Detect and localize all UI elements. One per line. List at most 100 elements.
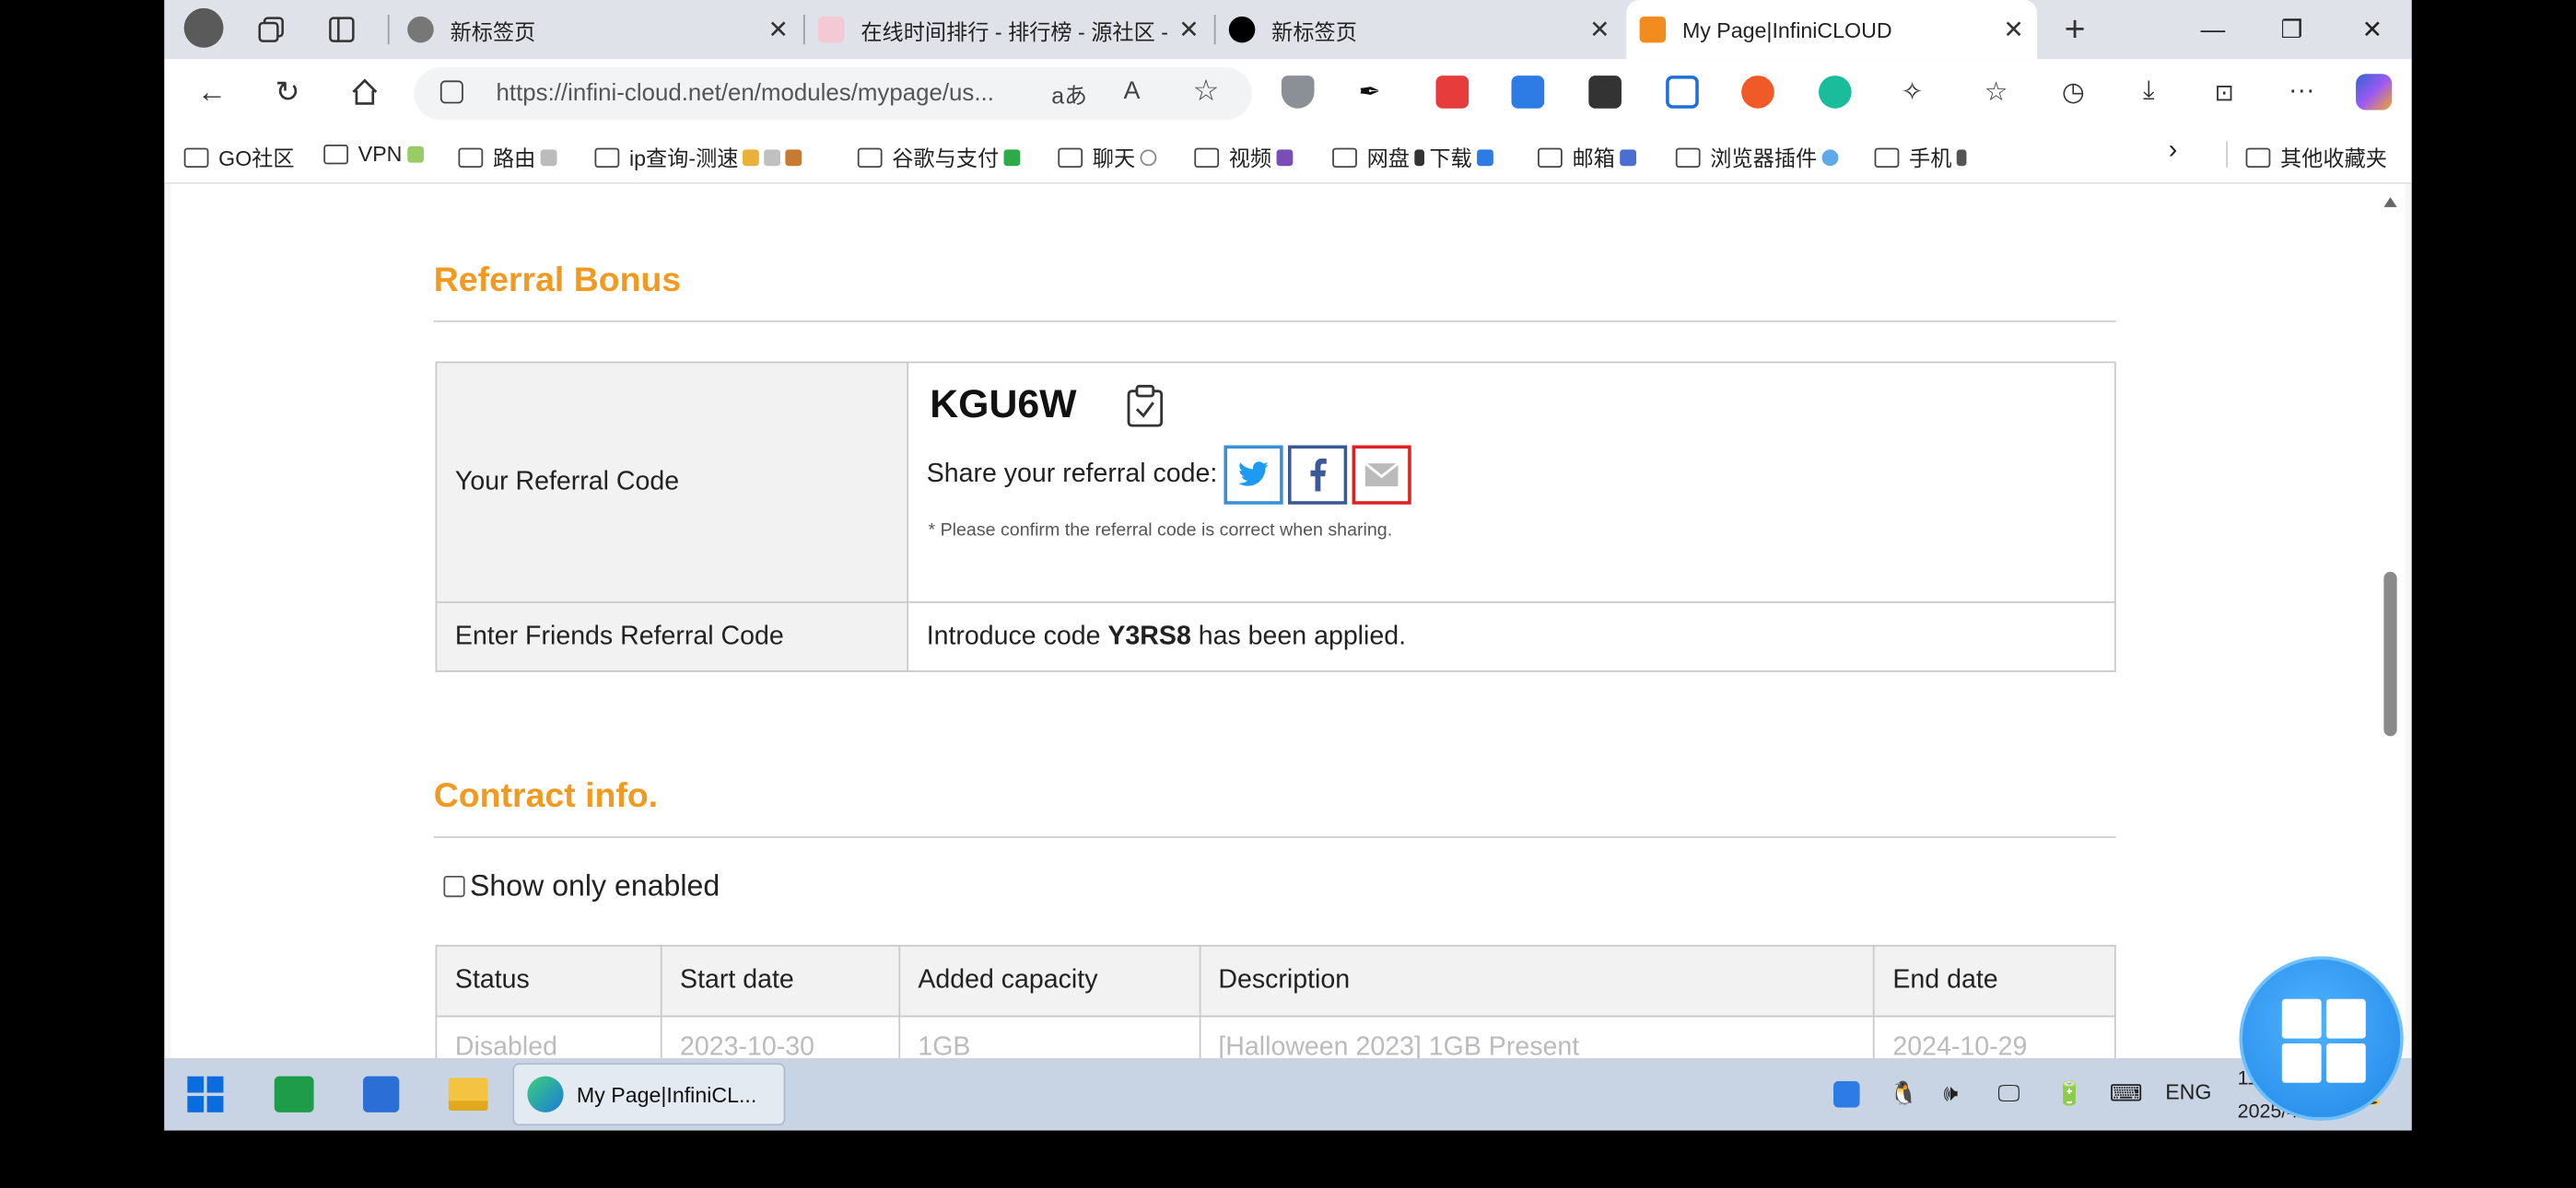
floating-windows-widget[interactable] bbox=[2239, 956, 2404, 1121]
translate-icon[interactable]: aあ bbox=[1051, 79, 1087, 112]
close-tab-icon[interactable]: ✕ bbox=[767, 15, 788, 44]
tab-new-tab-2[interactable]: 新标签页 ✕ bbox=[1216, 6, 1623, 52]
profile-avatar[interactable] bbox=[183, 7, 224, 48]
enter-friends-code-label: Enter Friends Referral Code bbox=[435, 601, 909, 672]
bookmark-folder[interactable]: 路由 bbox=[458, 141, 557, 172]
introduce-suffix: has been applied. bbox=[1198, 622, 1407, 650]
tab-my-page-infinicloud[interactable]: My Page|InfiniCLOUD ✕ bbox=[1626, 0, 2038, 60]
bookmark-folder[interactable]: 手机 bbox=[1874, 141, 1967, 172]
screenshot-icon[interactable]: ⊡ bbox=[2205, 73, 2244, 112]
bookmarks-divider bbox=[2226, 141, 2228, 168]
show-only-enabled-label[interactable]: Show only enabled bbox=[470, 869, 720, 903]
bookmark-folder[interactable]: 网盘 下载 bbox=[1332, 141, 1493, 172]
history-icon[interactable]: ◷ bbox=[2054, 73, 2093, 112]
new-tab-plus-icon[interactable]: + bbox=[2057, 8, 2093, 50]
minimize-icon[interactable]: — bbox=[2188, 10, 2237, 50]
share-email-button[interactable] bbox=[1352, 445, 1411, 505]
read-aloud-icon[interactable]: A bbox=[1124, 77, 1141, 105]
back-arrow-icon[interactable]: ← bbox=[193, 73, 232, 112]
home-icon[interactable] bbox=[345, 73, 384, 112]
bookmark-folder[interactable]: 谷歌与支付 bbox=[857, 141, 1021, 172]
column-header-end-date[interactable]: End date bbox=[1872, 944, 2116, 1018]
network-icon[interactable]: 🖵 bbox=[1997, 1079, 2020, 1107]
share-facebook-button[interactable] bbox=[1287, 445, 1348, 505]
windows-logo-pane bbox=[2281, 998, 2322, 1039]
bookmark-folder[interactable]: 聊天 bbox=[1058, 141, 1157, 172]
favorites-icon[interactable]: ☆ bbox=[1976, 73, 2016, 112]
url-text[interactable]: https://infini-cloud.net/en/modules/mypa… bbox=[497, 80, 994, 107]
keyboard-icon[interactable]: ⌨ bbox=[2110, 1079, 2143, 1107]
orange-extension-icon[interactable] bbox=[1741, 76, 1774, 109]
file-explorer-icon[interactable] bbox=[445, 1071, 491, 1117]
close-tab-icon[interactable]: ✕ bbox=[1589, 15, 1610, 44]
copilot-icon[interactable] bbox=[2356, 74, 2393, 111]
referral-table: Your Referral Code KGU6W Share your refe… bbox=[435, 361, 2116, 672]
browser-toolbar: ← ↻ https://infini-cloud.net/en/modules/… bbox=[164, 59, 2412, 125]
tab-strip: 新标签页 ✕ 在线时间排行 - 排行榜 - 源社区 - ✕ 新标签页 ✕ My … bbox=[164, 0, 2412, 60]
windows-start-icon[interactable] bbox=[182, 1071, 228, 1117]
restore-icon[interactable]: ❐ bbox=[2267, 10, 2316, 50]
column-header-status[interactable]: Status bbox=[435, 944, 662, 1018]
scrollbar-thumb[interactable] bbox=[2383, 571, 2397, 737]
tab-ranking[interactable]: 在线时间排行 - 排行榜 - 源社区 - ✕ bbox=[805, 6, 1212, 52]
folder-icon bbox=[323, 144, 349, 164]
twitter-bird-icon bbox=[1238, 461, 1269, 486]
bookmark-folder[interactable]: 浏览器插件 bbox=[1675, 141, 1839, 172]
bookmark-folder[interactable]: GO社区 bbox=[183, 141, 295, 172]
section-divider bbox=[433, 320, 2116, 322]
folder-icon bbox=[1332, 146, 1357, 168]
section-divider bbox=[433, 836, 2116, 838]
column-header-added-capacity[interactable]: Added capacity bbox=[897, 944, 1200, 1018]
tab-actions-icon[interactable] bbox=[323, 11, 359, 47]
bookmark-folder[interactable]: VPN bbox=[323, 141, 424, 166]
qq-tray-icon[interactable]: 🐧 bbox=[1890, 1079, 1918, 1107]
table-row: Disabled 2023-10-30 1GB [Halloween 2023]… bbox=[435, 1015, 2116, 1059]
show-only-enabled-checkbox[interactable] bbox=[443, 875, 465, 898]
referral-code: KGU6W bbox=[930, 382, 1077, 427]
more-menu-icon[interactable]: ··· bbox=[2282, 73, 2322, 112]
bookmarks-bar: GO社区 VPN 路由 ip查询-测速 谷歌与支付 聊天 视频 网盘 下载 邮箱 … bbox=[164, 124, 2412, 184]
shield-extension-icon[interactable] bbox=[1281, 76, 1315, 109]
green-app-icon[interactable] bbox=[271, 1071, 317, 1117]
site-info-icon[interactable] bbox=[439, 80, 463, 104]
workspaces-icon[interactable] bbox=[253, 11, 289, 47]
tab-new-tab-1[interactable]: 新标签页 ✕ bbox=[394, 6, 802, 52]
pen-extension-icon[interactable]: ✒ bbox=[1359, 76, 1392, 109]
blue-extension-icon[interactable] bbox=[1511, 76, 1545, 109]
close-window-icon[interactable]: ✕ bbox=[2348, 10, 2396, 50]
vertical-scrollbar[interactable] bbox=[2383, 184, 2399, 1058]
bookmark-folder[interactable]: 邮箱 bbox=[1538, 141, 1637, 172]
bookmark-folder[interactable]: ip查询-测速 bbox=[594, 141, 802, 172]
address-bar[interactable]: https://infini-cloud.net/en/modules/mypa… bbox=[414, 67, 1252, 121]
dark-extension-icon[interactable] bbox=[1588, 76, 1622, 109]
folder-icon bbox=[1538, 146, 1563, 168]
input-language[interactable]: ENG bbox=[2165, 1079, 2211, 1104]
taskbar-edge-window-button[interactable]: My Page|InfiniCL... bbox=[512, 1063, 786, 1126]
copy-clipboard-icon[interactable] bbox=[1126, 383, 1165, 429]
other-favorites-folder[interactable]: 其他收藏夹 bbox=[2245, 141, 2387, 172]
folder-icon bbox=[183, 146, 209, 168]
close-tab-icon[interactable]: ✕ bbox=[2003, 15, 2023, 44]
column-header-start-date[interactable]: Start date bbox=[660, 944, 900, 1018]
store-app-icon[interactable] bbox=[358, 1071, 404, 1117]
column-header-description[interactable]: Description bbox=[1198, 944, 1875, 1018]
infinicloud-favicon-icon bbox=[1639, 16, 1667, 43]
extensions-puzzle-icon[interactable]: ✧ bbox=[1892, 73, 1932, 112]
close-tab-icon[interactable]: ✕ bbox=[1178, 15, 1199, 44]
green-extension-icon[interactable] bbox=[1818, 76, 1852, 109]
cell-status: Disabled bbox=[435, 1015, 662, 1059]
share-twitter-button[interactable] bbox=[1224, 445, 1283, 505]
bookmark-folder[interactable]: 视频 bbox=[1194, 141, 1294, 172]
taskbar-window-title: My Page|InfiniCL... bbox=[576, 1081, 757, 1107]
favorite-star-icon[interactable]: ☆ bbox=[1193, 74, 1220, 108]
battery-icon[interactable]: 🔋 bbox=[2055, 1079, 2084, 1107]
red-extension-icon[interactable] bbox=[1435, 76, 1469, 109]
contract-info-heading: Contract info. bbox=[433, 776, 659, 815]
volume-icon[interactable]: 🕪 bbox=[1943, 1079, 1958, 1107]
tray-app-icon[interactable] bbox=[1833, 1081, 1860, 1108]
translate-extension-icon[interactable] bbox=[1666, 76, 1699, 109]
scroll-up-arrow-icon[interactable] bbox=[2383, 197, 2397, 207]
downloads-icon[interactable]: ⤓ bbox=[2129, 73, 2169, 112]
bookmarks-overflow-chevron-icon[interactable]: › bbox=[2169, 136, 2178, 166]
refresh-icon[interactable]: ↻ bbox=[268, 73, 308, 112]
